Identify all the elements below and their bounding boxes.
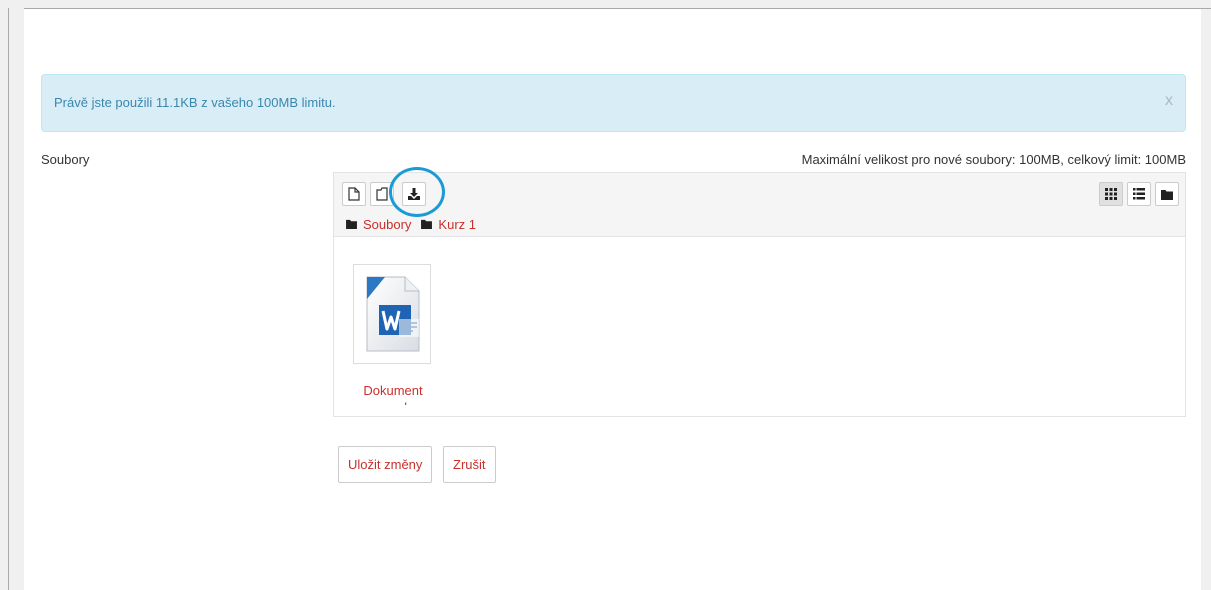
window-left-border: [8, 8, 9, 590]
word-document-icon: [366, 276, 420, 352]
folder-icon: [346, 219, 357, 229]
breadcrumb: Soubory Kurz 1: [346, 216, 486, 232]
file-manager: Soubory Kurz 1 Dokument: [333, 172, 1186, 417]
grid-view-icon: [1105, 188, 1117, 200]
list-view-icon: [1133, 188, 1145, 200]
grid-view-button[interactable]: [1099, 182, 1123, 206]
window-top-border: [0, 0, 1211, 9]
download-all-button[interactable]: [402, 182, 426, 206]
file-size-limit-text: Maximální velikost pro nové soubory: 100…: [801, 152, 1186, 167]
list-view-button[interactable]: [1127, 182, 1151, 206]
save-changes-button[interactable]: Uložit změny: [338, 446, 433, 483]
folder-icon: [421, 219, 433, 229]
files-field-label: Soubory: [41, 152, 90, 167]
tree-view-icon: [1161, 189, 1173, 200]
download-icon: [408, 188, 420, 200]
window-right-gutter: [1201, 9, 1211, 590]
file-item[interactable]: Dokument word: [353, 264, 433, 405]
add-file-button[interactable]: [342, 182, 366, 206]
storage-usage-alert: Právě jste použili 11.1KB z vašeho 100MB…: [41, 74, 1186, 132]
alert-close-button[interactable]: x: [1165, 92, 1173, 110]
new-folder-icon: [376, 187, 388, 201]
file-name-overflow: word: [353, 400, 433, 405]
file-name[interactable]: Dokument: [353, 383, 433, 399]
create-folder-button[interactable]: [370, 182, 394, 206]
breadcrumb-item-course[interactable]: Kurz 1: [438, 217, 476, 232]
file-manager-toolbar: Soubory Kurz 1: [334, 173, 1185, 237]
breadcrumb-item-files[interactable]: Soubory: [363, 217, 411, 232]
new-file-icon: [348, 187, 360, 201]
file-thumbnail[interactable]: [353, 264, 431, 364]
cancel-button[interactable]: Zrušit: [443, 446, 496, 483]
window-left-gutter: [0, 0, 24, 590]
alert-message: Právě jste použili 11.1KB z vašeho 100MB…: [54, 95, 336, 110]
tree-view-button[interactable]: [1155, 182, 1179, 206]
